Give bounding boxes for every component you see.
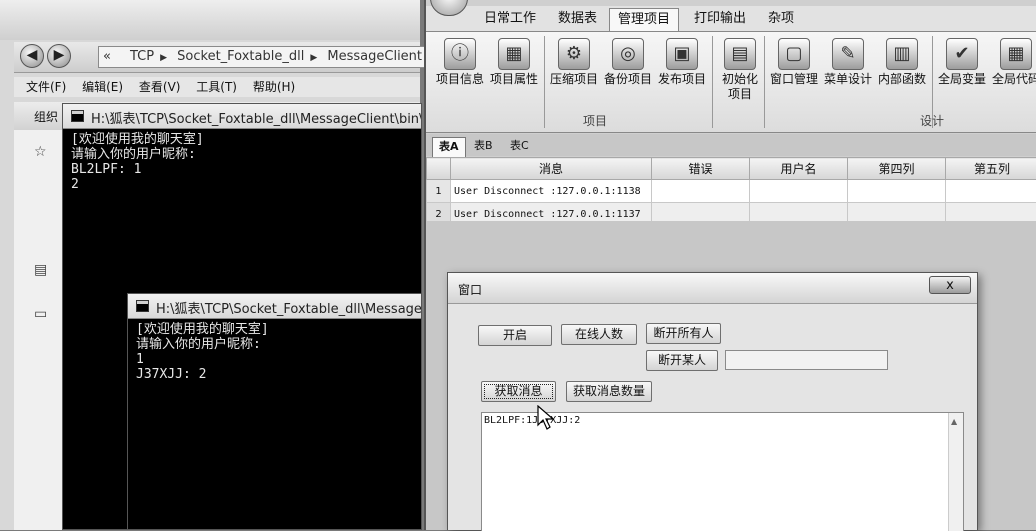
explorer-menubar: 文件(F) 编辑(E) 查看(V) 工具(T) 帮助(H) xyxy=(14,77,420,97)
ribbon-tabs: 日常工作 数据表 管理项目 打印输出 杂项 xyxy=(426,6,1036,31)
username-input[interactable] xyxy=(725,350,888,370)
menu-help[interactable]: 帮助(H) xyxy=(253,77,295,97)
sheet-tab-a[interactable]: 表A xyxy=(432,137,466,157)
compress-project-button[interactable]: ⚙压缩项目 xyxy=(548,36,600,106)
grid-cell[interactable] xyxy=(946,180,1036,203)
grid-header-row: 消息 错误 用户名 第四列 第五列 xyxy=(427,158,1036,180)
explorer-titlebar[interactable] xyxy=(0,0,420,40)
project-properties-icon: ▦ xyxy=(498,38,530,70)
column-header[interactable]: 错误 xyxy=(652,158,750,180)
global-code-icon: ▦ xyxy=(1000,38,1032,70)
menu-file[interactable]: 文件(F) xyxy=(26,77,66,97)
menu-design-button[interactable]: ✎菜单设计 xyxy=(822,36,874,106)
tab-manage-project[interactable]: 管理项目 xyxy=(609,8,679,32)
dialog-title: 窗口 xyxy=(458,281,482,298)
group-divider xyxy=(764,36,765,128)
sheet-tabs: 表A 表B 表C xyxy=(426,134,1036,156)
organize-button[interactable]: 组织 xyxy=(34,108,58,125)
start-button[interactable]: 开启 xyxy=(478,325,552,346)
grid-cell[interactable]: User Disconnect :127.0.0.1:1138 xyxy=(451,180,652,203)
init-document-icon: ▤ xyxy=(724,38,756,70)
favorites-star-icon[interactable]: ☆ xyxy=(34,144,47,160)
close-icon[interactable]: x xyxy=(929,276,971,294)
forward-arrow-icon[interactable]: ▶ xyxy=(47,44,71,68)
row-number[interactable]: 1 xyxy=(427,180,451,203)
project-info-button[interactable]: ⓘ项目信息 xyxy=(434,36,486,106)
global-variables-button[interactable]: ✔全局变量 xyxy=(936,36,988,106)
backup-project-button[interactable]: ◎备份项目 xyxy=(602,36,654,106)
breadcrumb-item[interactable]: TCP xyxy=(130,49,154,64)
tab-data-tables[interactable]: 数据表 xyxy=(550,8,605,31)
internal-functions-button[interactable]: ▥内部函数 xyxy=(876,36,928,106)
vertical-scrollbar[interactable]: ▲ xyxy=(948,413,963,531)
menu-edit[interactable]: 编辑(E) xyxy=(82,77,123,97)
group-label-design: 设计 xyxy=(920,112,944,129)
breadcrumb-item[interactable]: MessageClient xyxy=(327,49,422,64)
column-header[interactable]: 第四列 xyxy=(848,158,946,180)
breadcrumb-overflow[interactable]: « xyxy=(103,49,111,64)
sheet-tab-c[interactable]: 表C xyxy=(504,137,535,156)
breadcrumb-item[interactable]: Socket_Foxtable_dll xyxy=(177,49,304,64)
console-titlebar[interactable]: H:\狐表\TCP\Socket_Foxtable_dll\MessageCli… xyxy=(63,104,421,129)
chevron-right-icon: ▶ xyxy=(310,53,317,63)
computer-icon[interactable]: ▭ xyxy=(34,306,47,322)
column-header[interactable]: 用户名 xyxy=(750,158,848,180)
publish-computer-icon: ▣ xyxy=(666,38,698,70)
dialog-window: 窗口 x 开启 在线人数 断开所有人 断开某人 获取消息 获取消息数量 BL2L… xyxy=(447,272,978,530)
grid-cell[interactable] xyxy=(750,180,848,203)
console-app-icon xyxy=(136,300,149,312)
console-window-2[interactable]: H:\狐表\TCP\Socket_Foxtable_dll\MessageCli… xyxy=(127,293,422,530)
dialog-titlebar[interactable]: 窗口 x xyxy=(448,273,977,304)
ribbon-panel: ⓘ项目信息 ▦项目属性 ⚙压缩项目 ◎备份项目 ▣发布项目 ▤初始化 项目 项目… xyxy=(426,31,1036,133)
disconnect-all-button[interactable]: 断开所有人 xyxy=(646,323,721,344)
column-header[interactable]: 第五列 xyxy=(946,158,1036,180)
scroll-up-icon[interactable]: ▲ xyxy=(951,417,957,426)
group-divider xyxy=(544,36,545,128)
backup-disk-icon: ◎ xyxy=(612,38,644,70)
disconnect-one-button[interactable]: 断开某人 xyxy=(646,350,718,371)
menu-design-icon: ✎ xyxy=(832,38,864,70)
menu-view[interactable]: 查看(V) xyxy=(139,77,181,97)
project-properties-button[interactable]: ▦项目属性 xyxy=(488,36,540,106)
compress-icon: ⚙ xyxy=(558,38,590,70)
message-text: BL2LPF:1J37XJJ:2 xyxy=(484,415,580,426)
console-app-icon xyxy=(71,110,84,122)
grid-cell[interactable] xyxy=(848,180,946,203)
tab-print-output[interactable]: 打印输出 xyxy=(686,8,754,31)
address-bar: ◀ ▶ « TCP ▶ Socket_Foxtable_dll ▶ MessageC… xyxy=(14,42,420,73)
breadcrumb[interactable]: « TCP ▶ Socket_Foxtable_dll ▶ MessageClien… xyxy=(98,46,428,68)
console-titlebar[interactable]: H:\狐表\TCP\Socket_Foxtable_dll\MessageCli… xyxy=(128,294,421,319)
window-manager-button[interactable]: ▢窗口管理 xyxy=(768,36,820,106)
group-label-project: 项目 xyxy=(583,112,607,129)
table-row[interactable]: 1 User Disconnect :127.0.0.1:1138 xyxy=(427,180,1036,203)
window-manager-icon: ▢ xyxy=(778,38,810,70)
global-variables-icon: ✔ xyxy=(946,38,978,70)
library-icon[interactable]: ▤ xyxy=(34,262,47,278)
console-title: H:\狐表\TCP\Socket_Foxtable_dll\MessageCli… xyxy=(91,108,421,127)
menu-tools[interactable]: 工具(T) xyxy=(196,77,237,97)
back-arrow-icon[interactable]: ◀ xyxy=(20,44,44,68)
chevron-right-icon: ▶ xyxy=(160,53,167,63)
get-messages-button[interactable]: 获取消息 xyxy=(481,381,556,402)
column-header[interactable]: 消息 xyxy=(451,158,652,180)
console-output: [欢迎使用我的聊天室] 请输入你的用户昵称: BL2LPF: 1 2 xyxy=(71,132,204,192)
global-code-button[interactable]: ▦全局代码 xyxy=(990,36,1036,106)
tab-misc[interactable]: 杂项 xyxy=(760,8,802,31)
publish-project-button[interactable]: ▣发布项目 xyxy=(656,36,708,106)
grid-cell[interactable] xyxy=(652,180,750,203)
console-output: [欢迎使用我的聊天室] 请输入你的用户昵称: 1 J37XJJ: 2 xyxy=(136,322,269,382)
functions-icon: ▥ xyxy=(886,38,918,70)
group-divider xyxy=(712,36,713,128)
mouse-cursor-icon xyxy=(537,405,555,431)
sheet-tab-b[interactable]: 表B xyxy=(468,137,499,156)
get-message-count-button[interactable]: 获取消息数量 xyxy=(566,381,652,402)
init-project-button[interactable]: ▤初始化 项目 xyxy=(714,36,766,106)
project-info-icon: ⓘ xyxy=(444,38,476,70)
data-grid: 消息 错误 用户名 第四列 第五列 1 User Disconnect :127… xyxy=(426,157,1036,221)
online-count-button[interactable]: 在线人数 xyxy=(561,324,637,345)
console-title: H:\狐表\TCP\Socket_Foxtable_dll\MessageCli… xyxy=(156,298,421,317)
grid-corner[interactable] xyxy=(427,158,451,180)
tab-daily-work[interactable]: 日常工作 xyxy=(476,8,544,31)
